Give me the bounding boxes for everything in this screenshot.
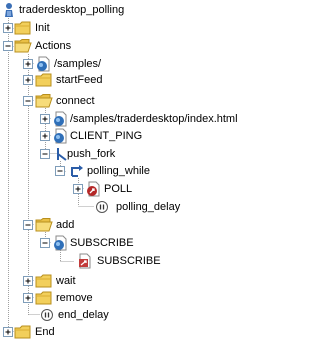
tree-node-client-ping[interactable]: CLIENT_PING xyxy=(0,128,200,144)
tree-node-poll[interactable]: POLL xyxy=(0,181,200,197)
tree-node-label: End xyxy=(35,326,55,338)
tree-node-label: push_fork xyxy=(67,148,116,160)
tree-node-index-html[interactable]: /samples/traderdesktop/index.html xyxy=(0,111,248,127)
tree-node-label: end_delay xyxy=(58,309,109,321)
tree-node-push-fork[interactable]: push_fork xyxy=(0,146,200,162)
tree-node-polling-delay[interactable]: polling_delay xyxy=(0,199,200,215)
tree-node-label: add xyxy=(56,219,75,231)
scenario-tree: traderdesktop_polling Init Actions /samp… xyxy=(0,0,248,342)
tree-node-label: Actions xyxy=(35,40,72,52)
tree-node-label: polling_while xyxy=(87,165,150,177)
tree-node-label: connect xyxy=(56,95,95,107)
tree-root[interactable]: traderdesktop_polling xyxy=(0,2,200,18)
tree-node-label: remove xyxy=(56,292,93,304)
tree-node-label: CLIENT_PING xyxy=(70,130,143,142)
tree-node-polling-while[interactable]: polling_while xyxy=(0,163,200,179)
tree-node-init[interactable]: Init xyxy=(0,20,200,36)
tree-node-end-delay[interactable]: end_delay xyxy=(0,307,200,323)
tree-node-label: /samples/traderdesktop/index.html xyxy=(70,113,238,125)
tree-node-wait[interactable]: wait xyxy=(0,273,200,289)
tree-node-startfeed[interactable]: startFeed xyxy=(0,72,200,88)
tree-node-add[interactable]: add xyxy=(0,217,200,233)
tree-node-subscribe-request[interactable]: SUBSCRIBE xyxy=(0,235,200,251)
tree-node-label: SUBSCRIBE xyxy=(70,237,134,249)
tree-node-actions[interactable]: Actions xyxy=(0,38,200,54)
tree-node-label: polling_delay xyxy=(116,201,181,213)
tree-node-subscribe-response[interactable]: SUBSCRIBE xyxy=(0,253,200,269)
tree-node-label: Init xyxy=(35,22,50,34)
tree-node-samples[interactable]: /samples/ xyxy=(0,56,200,72)
tree-node-label: startFeed xyxy=(56,74,103,86)
tree-node-label: /samples/ xyxy=(54,58,102,70)
tree-node-label: SUBSCRIBE xyxy=(97,255,161,267)
tree-node-label: POLL xyxy=(104,183,133,195)
tree-node-end[interactable]: End xyxy=(0,324,200,340)
tree-node-label: wait xyxy=(56,275,76,287)
tree-root-label: traderdesktop_polling xyxy=(19,4,125,16)
tree-node-connect[interactable]: connect xyxy=(0,93,200,109)
tree-node-remove[interactable]: remove xyxy=(0,290,200,306)
